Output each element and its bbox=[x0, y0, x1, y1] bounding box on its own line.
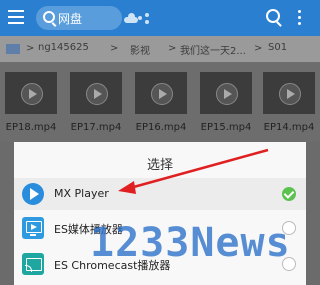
breadcrumb-item[interactable]: 我们这一天2... bbox=[180, 42, 246, 57]
search-icon bbox=[43, 11, 55, 23]
option-mx-player[interactable]: MX Player bbox=[14, 178, 306, 210]
chromecast-icon bbox=[22, 253, 44, 275]
location-search-pill[interactable]: 网盘 bbox=[36, 6, 122, 30]
breadcrumb-item[interactable]: S01 bbox=[268, 42, 287, 53]
play-icon bbox=[151, 83, 173, 105]
play-icon bbox=[86, 83, 108, 105]
file-item[interactable]: EP15.mp4 bbox=[197, 72, 255, 133]
watermark-text: 1233News bbox=[90, 220, 291, 266]
mx-player-icon bbox=[22, 183, 44, 205]
share-icon[interactable] bbox=[138, 13, 152, 24]
video-thumbnail bbox=[200, 72, 252, 114]
search-icon[interactable] bbox=[266, 9, 280, 23]
play-icon bbox=[216, 83, 238, 105]
file-name: EP16.mp4 bbox=[135, 122, 187, 133]
file-name: EP17.mp4 bbox=[70, 122, 122, 133]
menu-icon[interactable] bbox=[8, 10, 24, 24]
cloud-icon[interactable] bbox=[124, 13, 138, 23]
file-grid: EP18.mp4 EP17.mp4 EP16.mp4 EP15.mp4 EP14… bbox=[0, 62, 320, 142]
file-item[interactable]: EP14.mp4 bbox=[260, 72, 318, 133]
play-icon bbox=[21, 83, 43, 105]
breadcrumb-item[interactable]: ng145625 bbox=[38, 42, 89, 53]
file-name: EP15.mp4 bbox=[200, 122, 252, 133]
file-name: EP14.mp4 bbox=[263, 122, 315, 133]
folder-icon[interactable] bbox=[6, 44, 20, 54]
breadcrumb: > ng145625 > 影视 > 我们这一天2... > S01 bbox=[0, 36, 320, 62]
video-thumbnail bbox=[263, 72, 315, 114]
breadcrumb-separator: > bbox=[168, 43, 177, 54]
video-thumbnail bbox=[70, 72, 122, 114]
top-app-bar: 网盘 bbox=[0, 0, 320, 36]
breadcrumb-separator: > bbox=[110, 43, 119, 54]
file-item[interactable]: EP18.mp4 bbox=[2, 72, 60, 133]
video-thumbnail bbox=[135, 72, 187, 114]
file-item[interactable]: EP16.mp4 bbox=[132, 72, 190, 133]
breadcrumb-separator: > bbox=[254, 43, 263, 54]
es-media-player-icon bbox=[22, 217, 44, 239]
dialog-title: 选择 bbox=[146, 158, 173, 173]
video-thumbnail bbox=[5, 72, 57, 114]
file-name: EP18.mp4 bbox=[5, 122, 57, 133]
more-vert-icon[interactable] bbox=[298, 10, 302, 28]
selected-check-icon[interactable] bbox=[282, 187, 296, 201]
play-icon bbox=[279, 83, 301, 105]
file-item[interactable]: EP17.mp4 bbox=[67, 72, 125, 133]
location-label: 网盘 bbox=[58, 12, 83, 26]
option-label: MX Player bbox=[54, 187, 109, 200]
breadcrumb-item[interactable]: 影视 bbox=[130, 42, 150, 57]
breadcrumb-separator: > bbox=[26, 43, 35, 54]
